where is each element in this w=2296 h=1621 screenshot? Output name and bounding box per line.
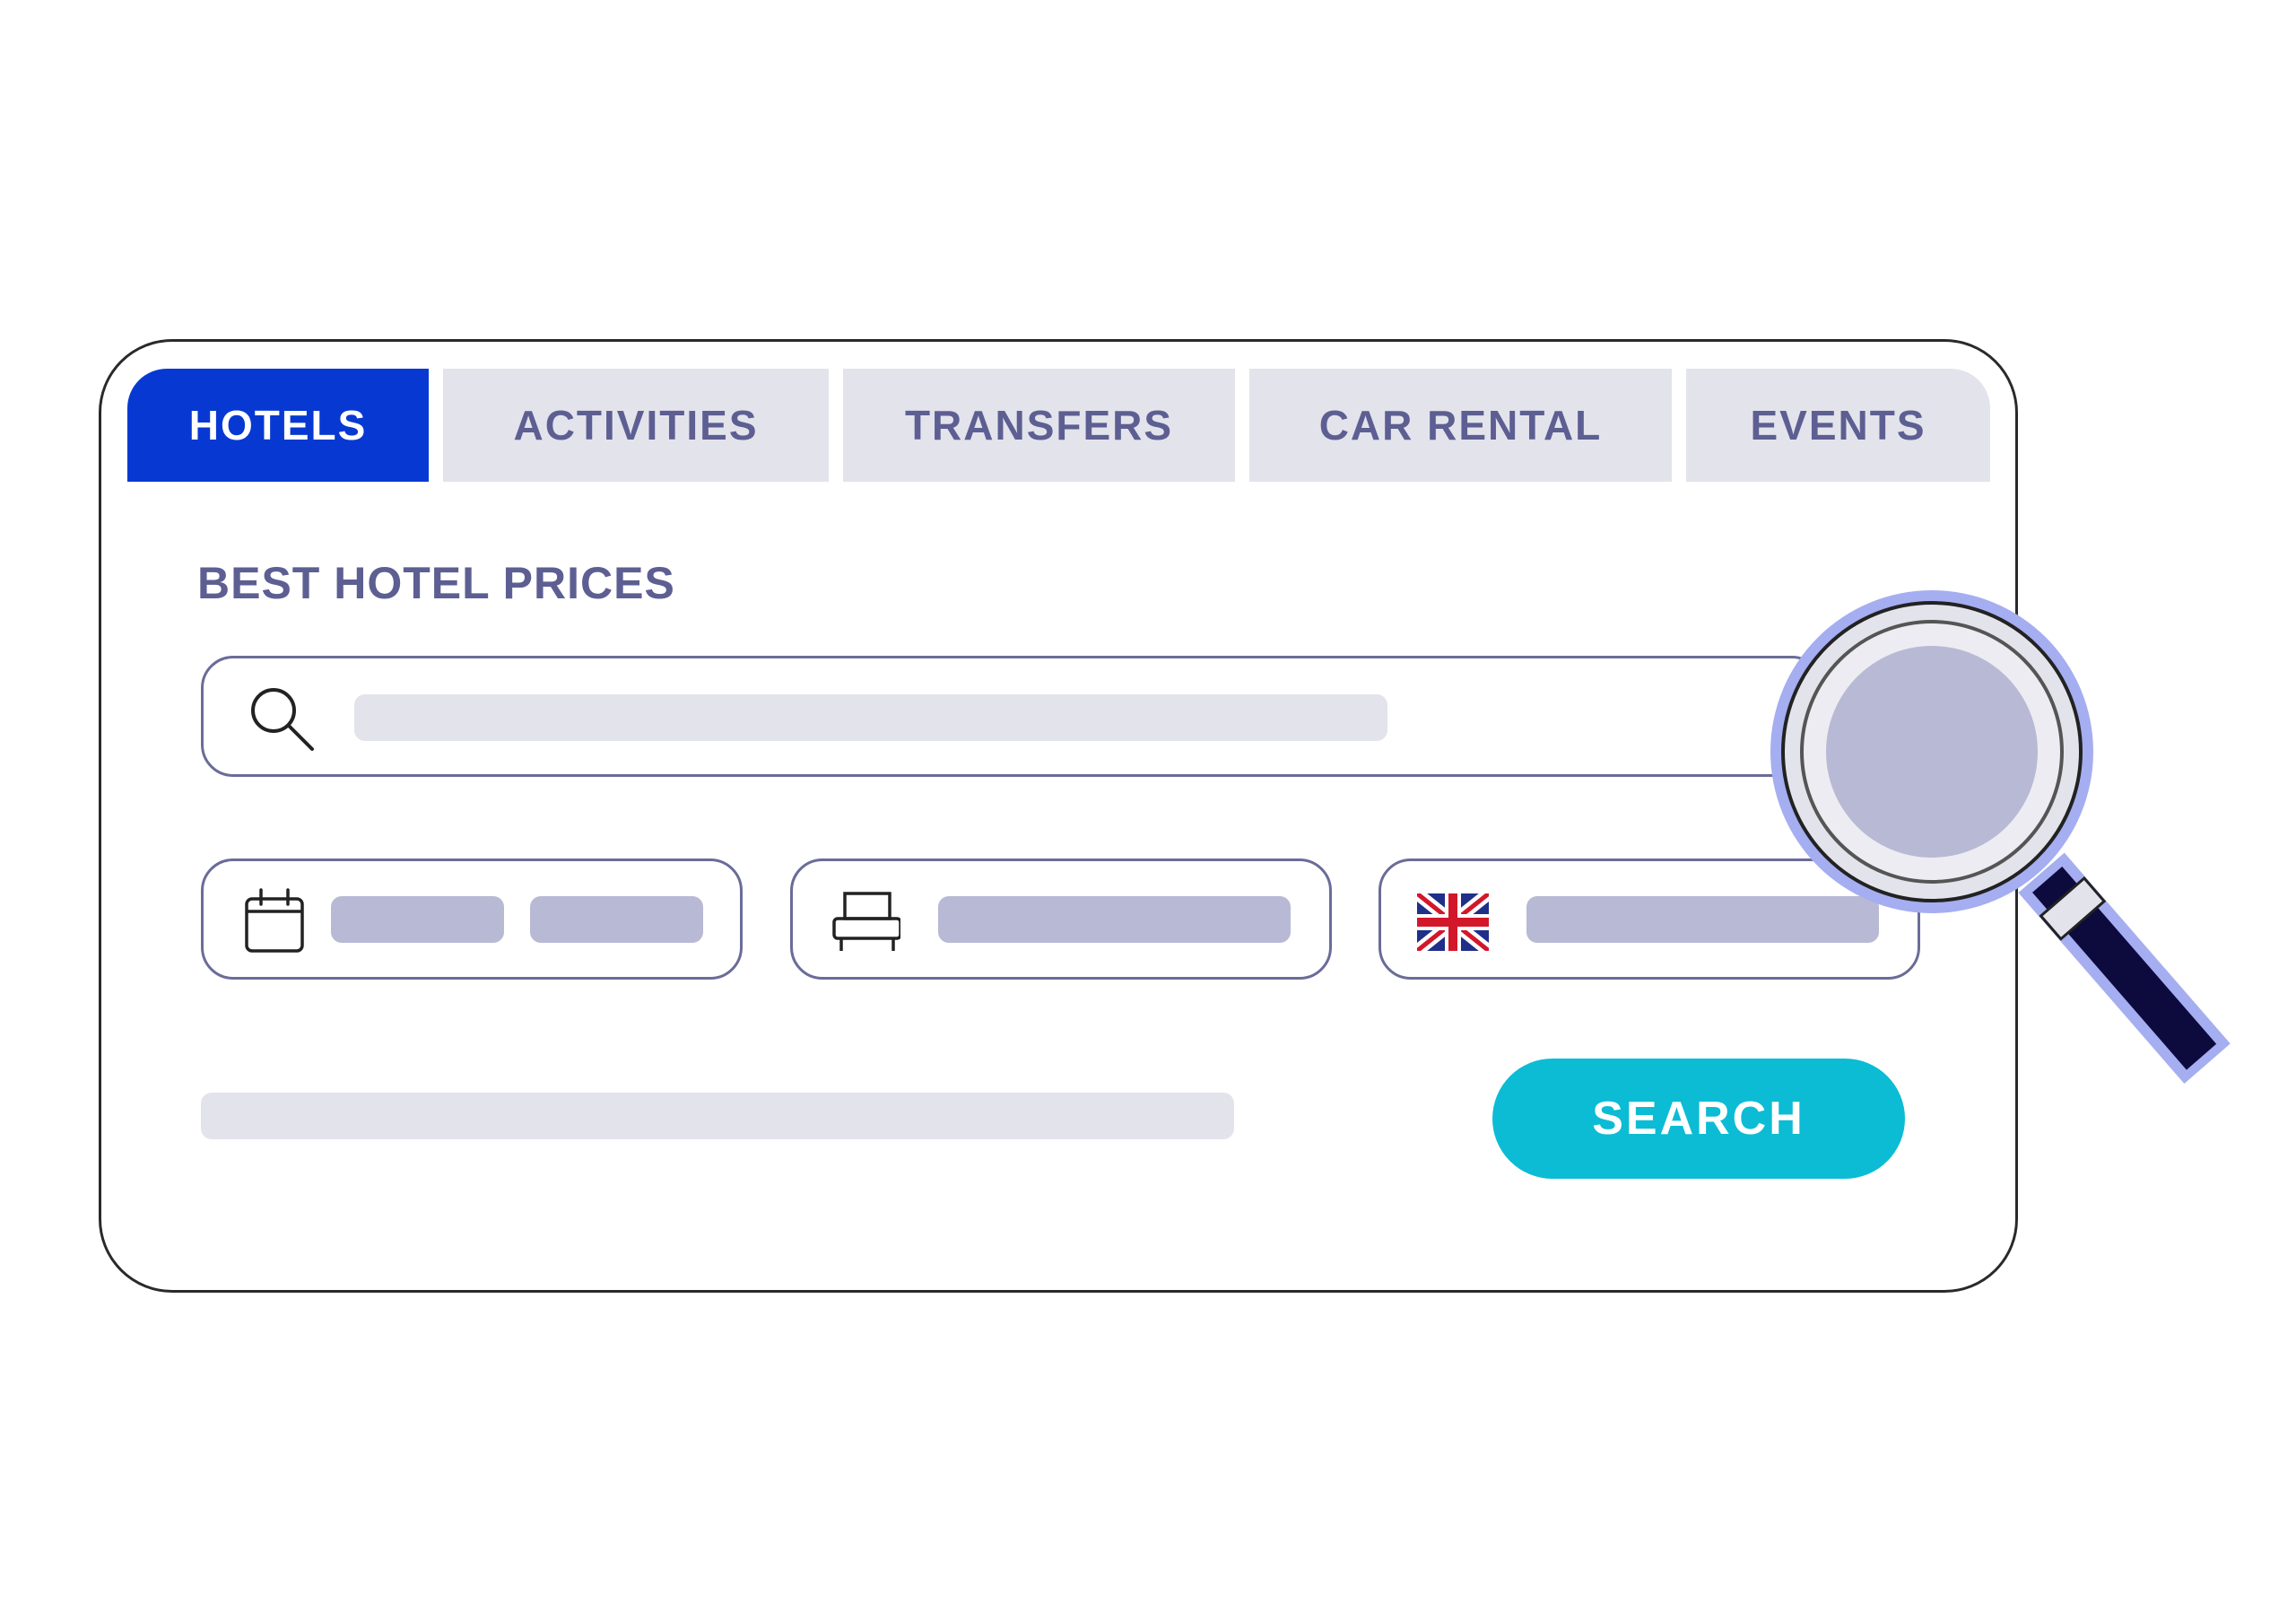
- search-placeholder-bar: [354, 694, 1387, 741]
- search-icon: [251, 688, 314, 751]
- uk-flag-icon: [1417, 893, 1489, 951]
- tab-events[interactable]: EVENTS: [1686, 369, 1990, 482]
- check-in-placeholder-bar: [331, 896, 504, 943]
- tab-bar: HOTELS ACTIVITIES TRANSFERS CAR RENTAL E…: [127, 369, 1990, 482]
- room-selector-field[interactable]: [790, 858, 1332, 980]
- destination-search-input[interactable]: [201, 656, 1824, 777]
- magnifying-glass-icon: [1770, 590, 2231, 1085]
- room-placeholder-bar: [938, 896, 1291, 943]
- tab-activities[interactable]: ACTIVITIES: [443, 369, 829, 482]
- date-picker-field[interactable]: [201, 858, 743, 980]
- calendar-icon: [245, 888, 304, 953]
- tab-transfers[interactable]: TRANSFERS: [843, 369, 1235, 482]
- check-out-placeholder-bar: [530, 896, 703, 943]
- page-title: BEST HOTEL PRICES: [197, 558, 675, 608]
- bed-icon: [832, 892, 900, 951]
- info-placeholder-bar: [201, 1093, 1234, 1139]
- stage: HOTELS ACTIVITIES TRANSFERS CAR RENTAL E…: [0, 0, 2296, 1621]
- tab-car-rental[interactable]: CAR RENTAL: [1249, 369, 1672, 482]
- tab-hotels[interactable]: HOTELS: [127, 369, 429, 482]
